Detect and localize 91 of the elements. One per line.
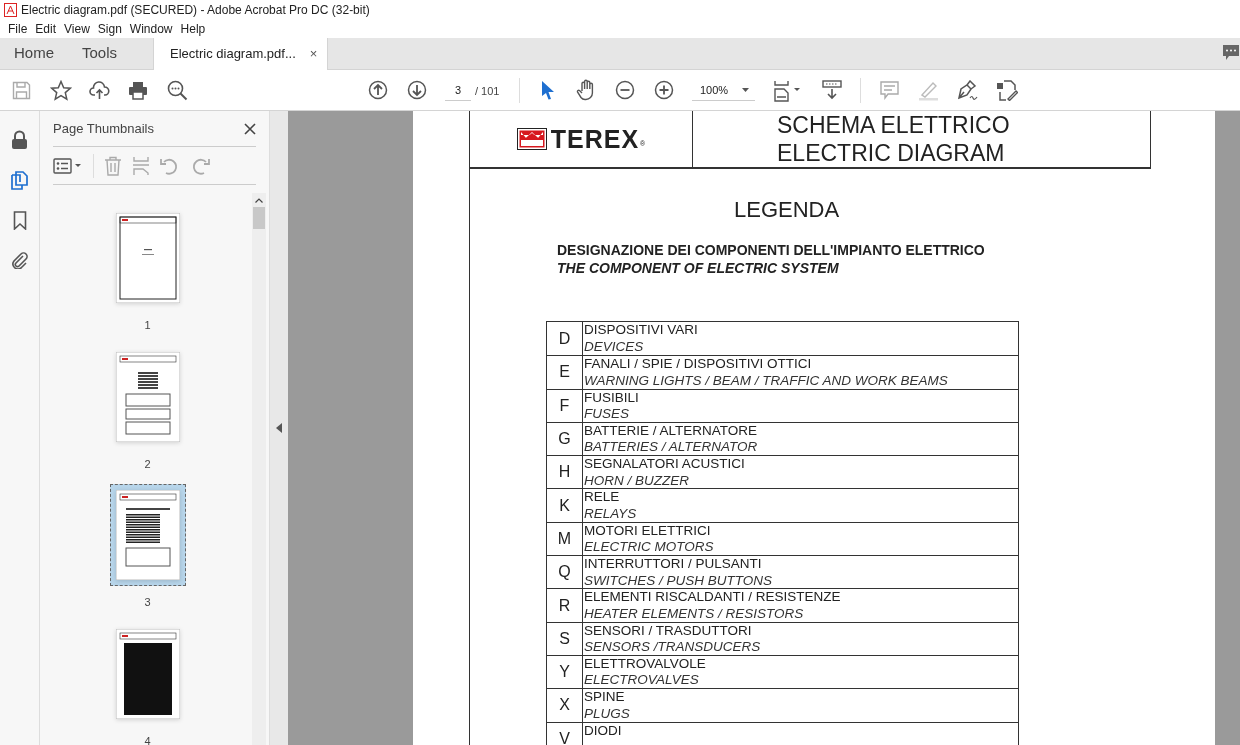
table-cell: X bbox=[547, 689, 583, 722]
table-cell: ELECTROVALVES bbox=[584, 672, 699, 689]
table-cell: R bbox=[547, 589, 583, 622]
table-cell: BATTERIE / ALTERNATORE bbox=[584, 422, 758, 440]
panel-title: Page Thumbnails bbox=[53, 119, 154, 138]
menu-item[interactable]: File bbox=[4, 19, 32, 38]
table-cell: Y bbox=[547, 655, 583, 689]
caret-icon bbox=[742, 88, 749, 92]
page-thumbnail[interactable] bbox=[109, 484, 186, 586]
zoom-dropdown[interactable]: 100% bbox=[692, 80, 755, 101]
heading-line: SCHEMA ELETTRICO bbox=[777, 111, 1010, 139]
table-cell: INTERRUTTORI / PULSANTI bbox=[584, 556, 762, 573]
subtitle-english: THE COMPONENT OF ELECTRIC SYSTEM bbox=[557, 259, 839, 277]
table-cell: SENSORI / TRASDUTTORI bbox=[584, 622, 752, 640]
scroll-mode-icon[interactable] bbox=[822, 80, 842, 100]
scrollbar[interactable] bbox=[252, 193, 266, 745]
menu-item[interactable]: Help bbox=[176, 19, 210, 38]
menu-item[interactable]: Edit bbox=[31, 19, 61, 38]
table-cell: DEVICES bbox=[584, 338, 644, 355]
table-cell: D bbox=[547, 322, 583, 356]
page-number-field[interactable]: 3 bbox=[445, 80, 471, 101]
zoom-in-icon[interactable] bbox=[654, 80, 674, 100]
table-cell: F bbox=[547, 389, 583, 422]
table-cell: K bbox=[547, 489, 583, 522]
menu-item[interactable]: Window bbox=[125, 19, 177, 38]
paperclip-icon[interactable] bbox=[10, 251, 29, 269]
cloud-upload-icon[interactable] bbox=[89, 81, 110, 100]
chat-icon[interactable] bbox=[1222, 44, 1240, 61]
select-cursor-icon[interactable] bbox=[541, 80, 555, 100]
subtitle: DESIGNAZIONE DEI COMPONENTI DELL'IMPIANTO ELETTRICO bbox=[557, 241, 985, 259]
page-fit-icon[interactable] bbox=[773, 80, 803, 102]
zoom-search-icon[interactable] bbox=[167, 80, 188, 101]
tab[interactable]: Electric diagram.pdf... × bbox=[153, 38, 329, 70]
table-cell: SWITCHES / PUSH BUTTONS bbox=[584, 572, 773, 590]
table-cell: Q bbox=[547, 556, 583, 589]
pen-sign-icon[interactable] bbox=[956, 80, 978, 101]
table-cell: BATTERIES / ALTERNATOR bbox=[584, 439, 758, 456]
table-cell: RELAYS bbox=[584, 506, 637, 523]
options-list-icon[interactable] bbox=[53, 157, 83, 174]
scroll-thumb[interactable] bbox=[253, 207, 265, 229]
page-number-label: 3 bbox=[144, 595, 151, 610]
lock-icon[interactable] bbox=[11, 130, 28, 150]
table-cell: RELE bbox=[584, 489, 620, 506]
heading-line: ELECTRIC DIAGRAM bbox=[777, 139, 1005, 167]
scroll-up-icon[interactable] bbox=[255, 198, 263, 203]
collapse-left-icon[interactable] bbox=[276, 423, 282, 433]
tab[interactable]: Tools bbox=[68, 38, 132, 69]
tab[interactable]: Home bbox=[0, 38, 68, 69]
table-cell: FUSIBILI bbox=[584, 389, 639, 407]
table-cell: SPINE bbox=[584, 689, 625, 706]
page-total: / 101 bbox=[475, 84, 500, 99]
bookmark-icon[interactable] bbox=[12, 211, 27, 230]
menu-item[interactable]: Sign bbox=[93, 19, 126, 38]
table-cell: V bbox=[547, 722, 583, 745]
table-cell: M bbox=[547, 522, 583, 556]
next-page-icon[interactable] bbox=[407, 80, 427, 100]
table-cell: G bbox=[547, 422, 583, 456]
table-cell: SENSORS /TRANSDUCERS bbox=[584, 639, 761, 656]
logo-wordmark: TEREX bbox=[550, 126, 640, 152]
table-cell: WARNING LIGHTS / BEAM / TRAFFIC AND WORK BEAMS bbox=[584, 372, 948, 390]
table-cell: H bbox=[547, 456, 583, 489]
table-cell: E bbox=[547, 356, 583, 389]
zoom-out-icon[interactable] bbox=[615, 80, 635, 100]
table-cell: DIODI bbox=[584, 722, 622, 740]
close-tab-icon[interactable]: × bbox=[309, 44, 318, 64]
close-icon[interactable] bbox=[244, 122, 256, 135]
pages-icon[interactable] bbox=[11, 171, 28, 190]
table-cell: PLUGS bbox=[584, 705, 630, 723]
table-cell: S bbox=[547, 622, 583, 655]
print-icon[interactable] bbox=[128, 81, 148, 100]
table-cell: FANALI / SPIE / DISPOSITIVI OTTICI bbox=[584, 356, 812, 373]
window-title: Electric diagram.pdf (SECURED) - Adobe Acrobat Pro DC (32-bit) bbox=[21, 1, 370, 19]
table-cell: ELEMENTI RISCALDANTI / RESISTENZE bbox=[584, 589, 841, 606]
table-cell: HEATER ELEMENTS / RESISTORS bbox=[584, 605, 804, 623]
hand-icon[interactable] bbox=[576, 79, 596, 101]
document-edit-icon[interactable] bbox=[996, 80, 1018, 101]
table-cell: ELECTRIC MOTORS bbox=[584, 539, 714, 556]
legend-title: LEGENDA bbox=[734, 196, 840, 224]
menu-item[interactable]: View bbox=[60, 19, 94, 38]
table-cell: MOTORI ELETTRICI bbox=[584, 522, 711, 540]
page-number-label: 1 bbox=[144, 318, 151, 333]
table-cell: ELETTROVALVOLE bbox=[584, 655, 706, 673]
star-icon[interactable] bbox=[50, 80, 72, 101]
table-cell: HORN / BUZZER bbox=[584, 472, 689, 490]
table-cell: SEGNALATORI ACUSTICI bbox=[584, 456, 745, 473]
page-number-label: 2 bbox=[144, 456, 151, 472]
table-cell: FUSES bbox=[584, 406, 629, 423]
table-cell: DISPOSITIVI VARI bbox=[584, 322, 698, 339]
previous-page-icon[interactable] bbox=[368, 80, 388, 100]
logo-emblem-icon bbox=[516, 128, 547, 150]
page-number-label: 4 bbox=[144, 733, 151, 745]
